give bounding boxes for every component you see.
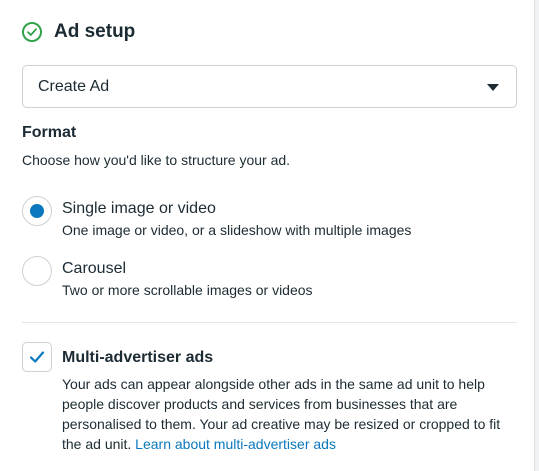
multi-advertiser-checkbox[interactable] [22,342,52,372]
ad-setup-header: Ad setup [22,20,135,44]
check-circle-icon [22,22,42,42]
radio-carousel[interactable] [22,256,52,286]
radio-single-image[interactable] [22,196,52,226]
divider [22,322,517,323]
multi-advertiser-description: Your ads can appear alongside other ads … [62,374,522,454]
option-label: Single image or video [62,200,216,217]
ad-setup-card: Ad setup Create Ad Format Choose how you… [0,0,535,471]
radio-selected-dot [30,204,44,218]
option-description: One image or video, or a slideshow with … [62,222,412,238]
format-title: Format [22,124,77,141]
format-description: Choose how you'd like to structure your … [22,152,291,168]
format-option-carousel[interactable]: Carousel Two or more scrollable images o… [22,256,313,298]
option-description: Two or more scrollable images or videos [62,282,313,298]
format-option-single-image[interactable]: Single image or video One image or video… [22,196,411,238]
option-label: Carousel [62,260,127,277]
ad-type-select-value: Create Ad [38,77,110,95]
learn-more-link[interactable]: Learn about multi-advertiser ads [135,436,336,452]
multi-advertiser-label: Multi-advertiser ads [62,349,214,366]
ad-type-select[interactable]: Create Ad [22,65,517,108]
caret-down-icon [487,84,499,91]
section-heading: Ad setup [54,21,136,42]
checkmark-icon [29,351,45,363]
